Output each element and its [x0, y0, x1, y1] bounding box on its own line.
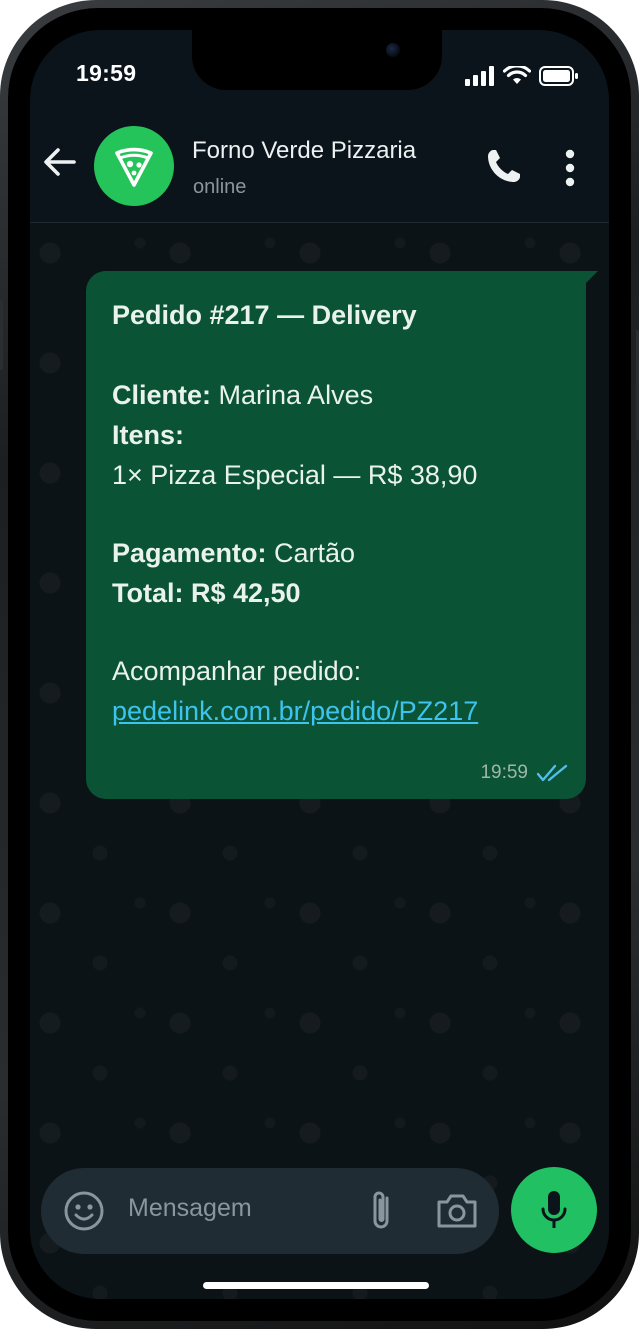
status-icons: [465, 66, 579, 86]
item-line: 1× Pizza Especial — R$ 38,90: [112, 460, 478, 490]
items-label: Itens:: [112, 420, 185, 450]
customer-line: Cliente: Marina Alves: [112, 375, 560, 415]
emoji-icon[interactable]: [63, 1190, 105, 1232]
pizza-slice-icon: [115, 147, 153, 187]
back-arrow-icon[interactable]: [42, 144, 78, 180]
dynamic-notch: [192, 30, 442, 90]
payment-value: Cartão: [266, 538, 356, 568]
cellular-signal-icon: [465, 66, 494, 86]
phone-call-icon[interactable]: [484, 146, 524, 186]
customer-label: Cliente:: [112, 380, 212, 410]
microphone-icon: [541, 1191, 567, 1228]
camera-icon[interactable]: [435, 1192, 479, 1230]
avatar[interactable]: [94, 126, 174, 206]
contact-status: online: [193, 176, 247, 198]
payment-label: Pagamento:: [112, 538, 267, 568]
message-composer[interactable]: Mensagem: [41, 1168, 499, 1254]
phone-frame: 19:59 Forno Verde Pizzaria online Pedido…: [0, 0, 639, 1329]
more-options-icon[interactable]: [564, 148, 576, 188]
payment-line: Pagamento: Cartão: [112, 533, 560, 573]
attachment-clip-icon[interactable]: [367, 1188, 397, 1234]
volume-button: [0, 300, 3, 370]
wifi-icon: [503, 66, 531, 84]
message-input[interactable]: Mensagem: [128, 1194, 252, 1223]
customer-value: Marina Alves: [211, 380, 374, 410]
chat-header: Forno Verde Pizzaria online: [30, 116, 609, 223]
total-line: Total: R$ 42,50: [112, 578, 301, 608]
contact-name[interactable]: Forno Verde Pizzaria: [192, 137, 416, 165]
voice-record-button[interactable]: [511, 1167, 597, 1253]
order-title: Pedido #217 — Delivery: [112, 300, 417, 330]
screen: 19:59 Forno Verde Pizzaria online Pedido…: [30, 30, 609, 1299]
double-check-icon: [536, 764, 568, 782]
track-label: Acompanhar pedido:: [112, 656, 362, 686]
home-indicator[interactable]: [203, 1282, 429, 1289]
message-meta: 19:59: [480, 763, 570, 783]
status-time: 19:59: [76, 60, 137, 86]
tracking-link[interactable]: pedelink.com.br/pedido/PZ217: [112, 691, 560, 731]
front-camera: [386, 43, 400, 57]
message-bubble[interactable]: Pedido #217 — Delivery Cliente: Marina A…: [86, 271, 586, 799]
message-timestamp: 19:59: [480, 762, 528, 783]
battery-icon: [539, 66, 578, 86]
